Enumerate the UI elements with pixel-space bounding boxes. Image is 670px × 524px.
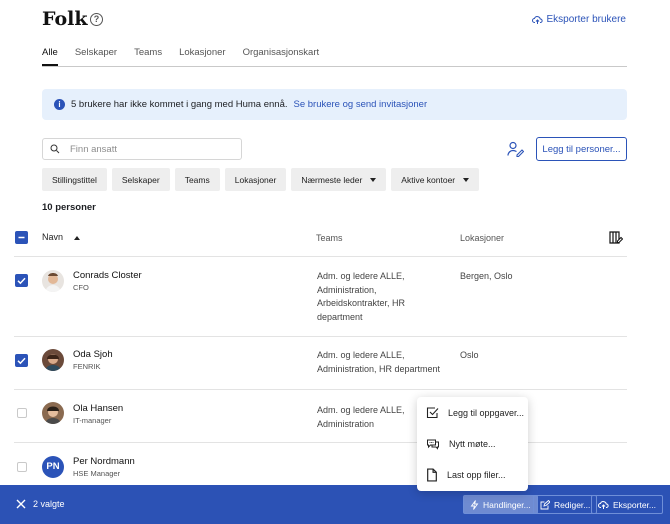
menu-label: Last opp filer... (447, 469, 506, 480)
menu-label: Legg til oppgaver... (448, 407, 525, 418)
person-role: FENRIK (73, 362, 101, 371)
lightning-icon (470, 499, 479, 510)
table-row[interactable]: Conrads Closter CFO Adm. og ledere ALLE,… (14, 258, 627, 337)
export-users-label: Eksporter brukere (546, 14, 626, 25)
avatar (42, 270, 64, 292)
person-role: CFO (73, 283, 89, 292)
person-location: Oslo (460, 350, 479, 360)
cloud-upload-icon (598, 500, 609, 509)
sort-up-icon (73, 235, 80, 240)
person-teams: Adm. og ledere ALLE, Administration, Arb… (317, 271, 406, 322)
actions-button[interactable]: Handlinger... (463, 495, 538, 514)
search-box (42, 138, 242, 160)
table-row[interactable]: Ola Hansen IT-manager Adm. og ledere ALL… (14, 390, 627, 443)
tab-alle[interactable]: Alle (42, 47, 58, 66)
export-label: Eksporter... (613, 499, 656, 510)
filter-teams[interactable]: Teams (174, 168, 220, 191)
filter-label: Stillingstittel (52, 174, 97, 185)
columns-edit-icon[interactable] (609, 231, 624, 247)
filter-label: Lokasjoner (234, 174, 277, 185)
filter-locations[interactable]: Lokasjoner (224, 168, 287, 191)
column-teams-header: Teams (316, 233, 343, 243)
chevron-down-icon (463, 177, 470, 182)
people-count: 10 personer (42, 202, 96, 213)
select-all-checkbox[interactable] (15, 231, 28, 244)
selected-count: 2 valgte (33, 499, 65, 509)
cloud-upload-icon (531, 15, 543, 24)
user-edit-icon[interactable] (507, 141, 525, 160)
menu-item-add-tasks[interactable]: Legg til oppgaver... (417, 397, 528, 428)
tab-lokasjoner[interactable]: Lokasjoner (179, 47, 225, 66)
help-icon[interactable]: ? (90, 13, 103, 26)
filter-label: Selskaper (121, 174, 160, 185)
row-checkbox[interactable] (15, 274, 28, 287)
filter-active-accounts[interactable]: Aktive kontoer (391, 168, 480, 191)
row-checkbox[interactable] (15, 354, 28, 367)
info-banner: i 5 brukere har ikke kommet i gang med H… (42, 89, 627, 120)
chat-icon (427, 439, 439, 450)
row-checkbox[interactable] (17, 408, 27, 418)
row-checkbox[interactable] (17, 462, 27, 472)
column-locations-header: Lokasjoner (460, 233, 505, 243)
person-role: HSE Manager (73, 469, 121, 478)
page-title: Folk (42, 8, 88, 30)
table-header: Navn Teams Lokasjoner (14, 222, 627, 257)
checkbox-icon (426, 407, 439, 419)
menu-item-upload-files[interactable]: Last opp filer... (417, 459, 528, 490)
tab-selskaper[interactable]: Selskaper (75, 47, 117, 66)
banner-link[interactable]: Se brukere og send invitasjoner (294, 99, 428, 110)
info-icon: i (54, 99, 65, 110)
avatar-initials: PN (42, 456, 64, 478)
export-users-link[interactable]: Eksporter brukere (531, 14, 626, 25)
person-name[interactable]: Ola Hansen (73, 403, 123, 414)
tab-organisasjonskart[interactable]: Organisasjonskart (243, 47, 320, 66)
actions-menu: Legg til oppgaver... Nytt møte... Last o… (417, 397, 528, 491)
edit-button[interactable]: Rediger... (533, 495, 598, 514)
avatar (42, 349, 64, 371)
person-role: IT-manager (73, 416, 112, 425)
selection-bar: 2 valgte Handlinger... Rediger... Ekspor… (0, 485, 670, 524)
person-name[interactable]: Oda Sjoh (73, 349, 113, 360)
person-name[interactable]: Conrads Closter (73, 270, 142, 281)
filter-label: Aktive kontoer (401, 174, 456, 185)
filter-label: Nærmeste leder (301, 174, 363, 185)
filter-bar: Stillingstittel Selskaper Teams Lokasjon… (42, 168, 480, 191)
banner-text: 5 brukere har ikke kommet i gang med Hum… (71, 99, 288, 110)
person-teams: Adm. og ledere ALLE, Administration, HR … (317, 350, 441, 374)
add-people-button[interactable]: Legg til personer... (536, 137, 627, 161)
filter-manager[interactable]: Nærmeste leder (291, 168, 387, 191)
chevron-down-icon (370, 177, 377, 182)
tab-bar: Alle Selskaper Teams Lokasjoner Organisa… (42, 47, 627, 67)
actions-label: Handlinger... (483, 499, 531, 510)
search-input[interactable] (70, 143, 220, 155)
export-button[interactable]: Eksporter... (591, 495, 663, 514)
column-name-label: Navn (42, 232, 64, 242)
person-location: Bergen, Oslo (460, 271, 513, 281)
avatar (42, 402, 64, 424)
close-icon[interactable] (16, 499, 26, 512)
file-icon (427, 467, 437, 482)
person-name[interactable]: Per Nordmann (73, 456, 135, 467)
filter-label: Teams (184, 174, 210, 185)
edit-label: Rediger... (554, 499, 591, 510)
filter-companies[interactable]: Selskaper (111, 168, 170, 191)
edit-icon (540, 499, 550, 509)
menu-label: Nytt møte... (449, 438, 496, 449)
menu-item-new-meeting[interactable]: Nytt møte... (417, 428, 528, 459)
filter-job-title[interactable]: Stillingstittel (42, 168, 107, 191)
tab-teams[interactable]: Teams (134, 47, 162, 66)
table-row[interactable]: Oda Sjoh FENRIK Adm. og ledere ALLE, Adm… (14, 337, 627, 390)
table-row[interactable]: PN Per Nordmann HSE Manager (14, 443, 627, 485)
column-name-header[interactable]: Navn (42, 232, 80, 242)
search-icon (50, 144, 60, 154)
